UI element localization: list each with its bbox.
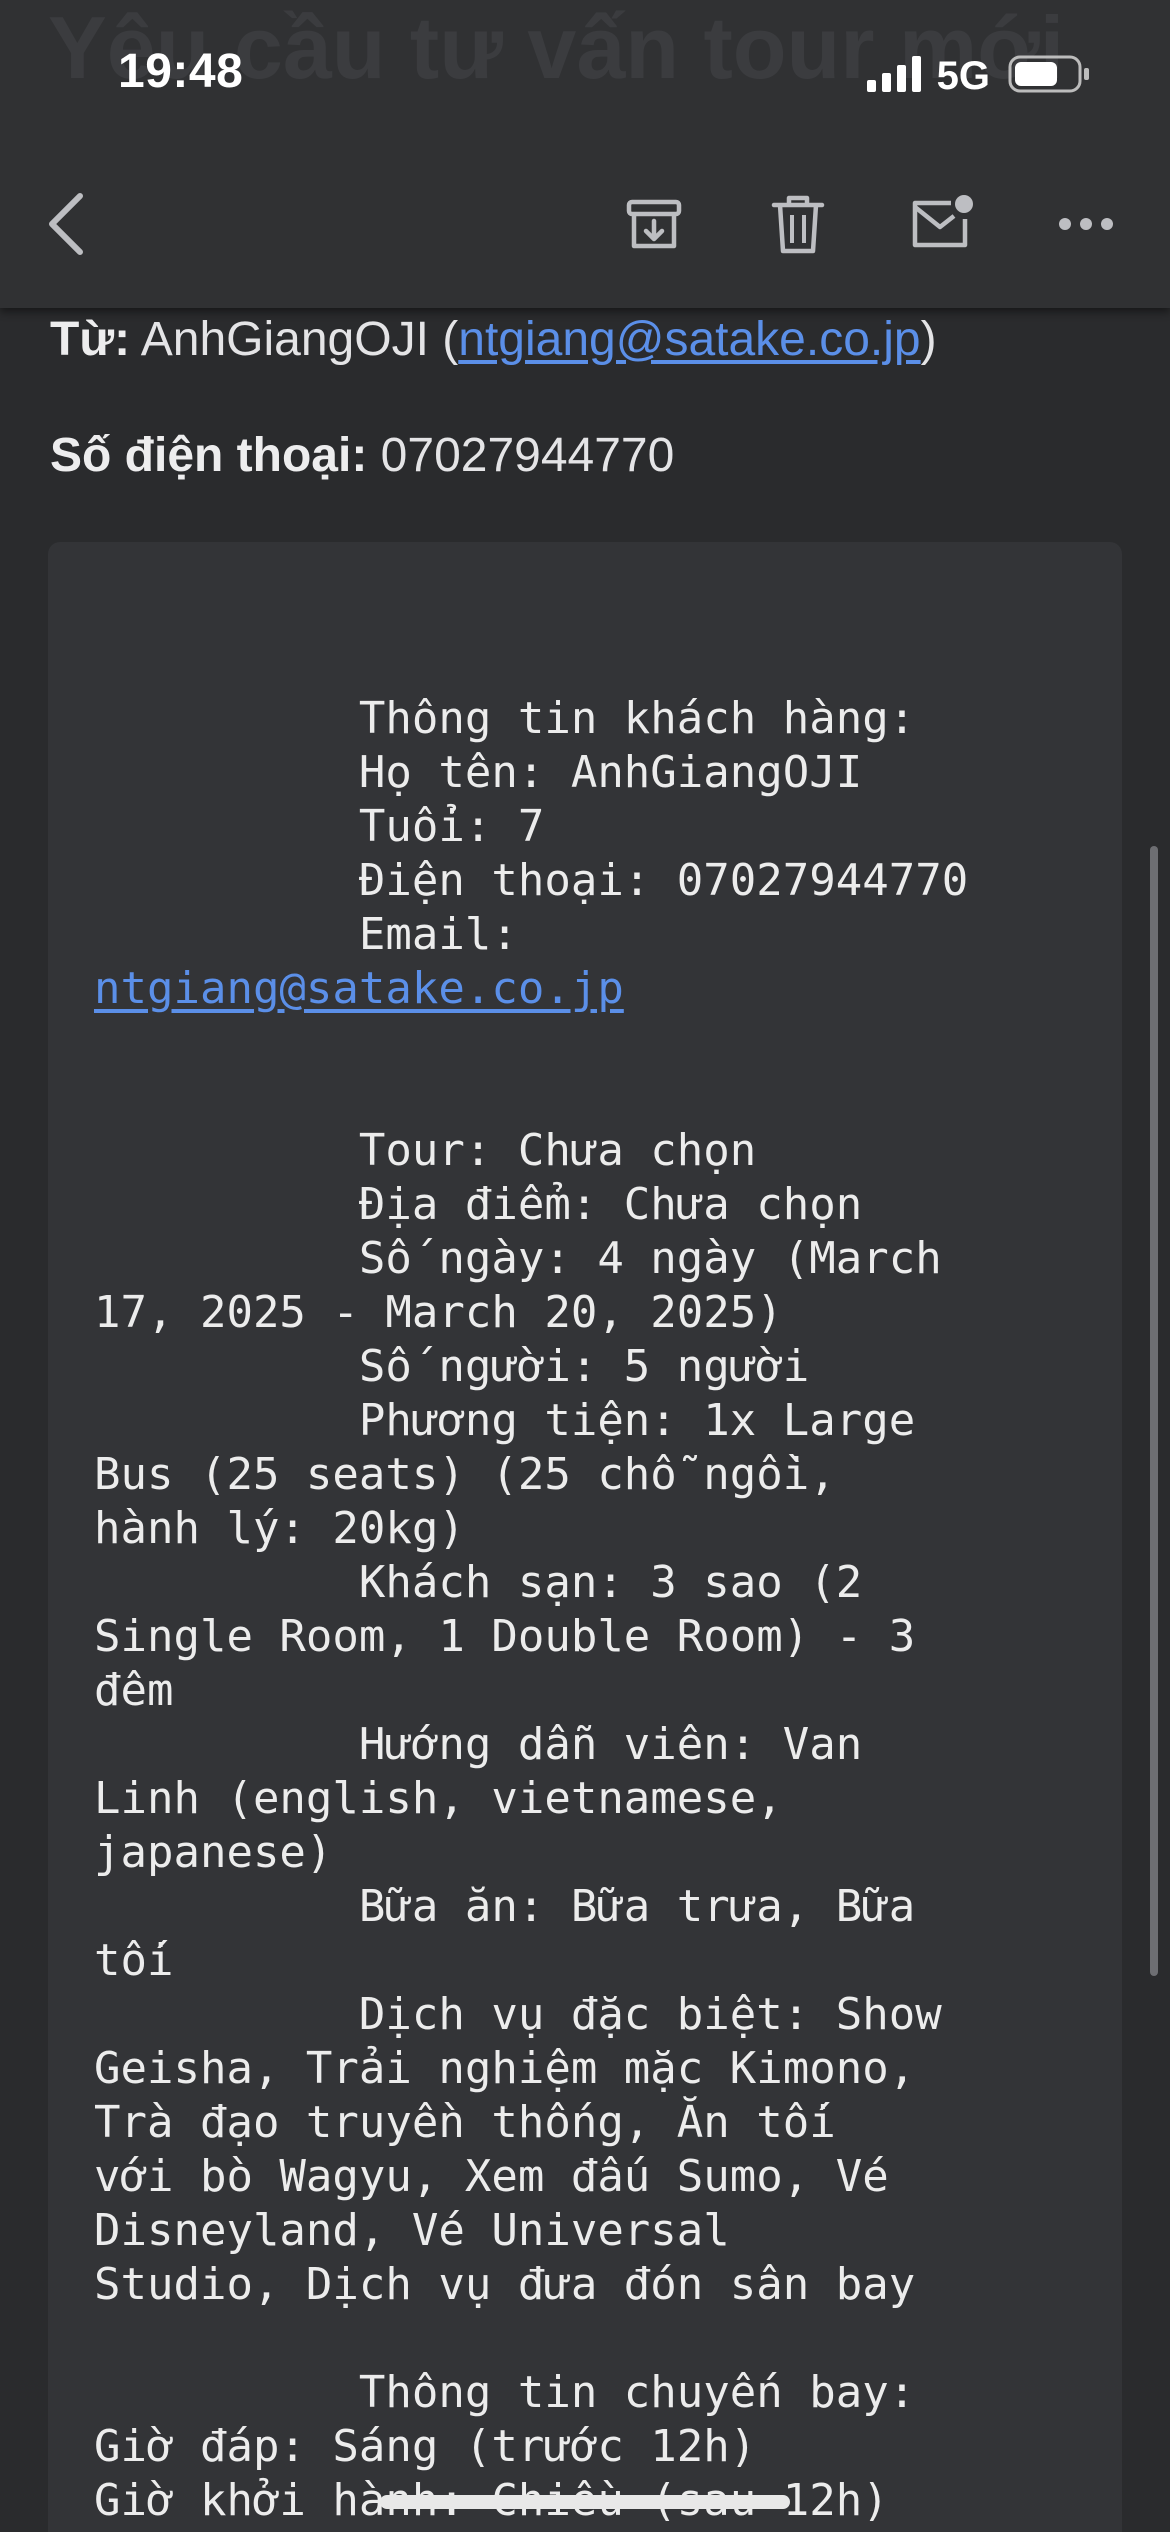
phone-label: Số điện thoại: xyxy=(50,429,368,482)
body-line: hành lý: 20kg) xyxy=(94,1503,465,1554)
back-button[interactable] xyxy=(30,190,102,262)
mark-unread-button[interactable] xyxy=(906,190,978,262)
toolbar xyxy=(0,180,1170,270)
body-line: Thông tin chuyến bay: xyxy=(94,2367,916,2418)
body-line: với bò Wagyu, Xem đấu Sumo, Vé xyxy=(94,2151,889,2202)
delete-button[interactable] xyxy=(762,190,834,262)
body-line: Studio, Dịch vụ đưa đón sân bay xyxy=(94,2259,916,2310)
trash-icon xyxy=(770,193,826,260)
body-line: Disneyland, Vé Universal xyxy=(94,2205,730,2256)
status-indicators: 5G xyxy=(866,52,1092,100)
open-paren: ( xyxy=(428,313,459,366)
network-type: 5G xyxy=(936,53,990,98)
more-button[interactable] xyxy=(1050,190,1122,262)
sender-email-link[interactable]: ntgiang@satake.co.jp xyxy=(458,313,920,366)
body-line: tối xyxy=(94,1935,174,1986)
body-line: Phương tiện: 1x Large xyxy=(94,1395,916,1446)
from-label: Từ: xyxy=(50,313,131,366)
body-line: Họ tên: AnhGiangOJI xyxy=(94,747,863,798)
sender-line: Từ: AnhGiangOJI (ntgiang@satake.co.jp) xyxy=(50,312,937,367)
archive-button[interactable] xyxy=(618,190,690,262)
body-email-link-line: ntgiang@satake.co.jp xyxy=(94,962,1114,1016)
email-detail-screen: Yêu cầu tư vấn tour mới 19:48 5G Từ: Anh… xyxy=(0,0,1170,2532)
body-line: Hướng dẫn viên: Van xyxy=(94,1719,863,1770)
body-line: Khách sạn: 3 sao (2 xyxy=(94,1557,863,1608)
home-indicator[interactable] xyxy=(380,2495,790,2509)
body-line: 17, 2025 - March 20, 2025) xyxy=(94,1287,783,1338)
status-time: 19:48 xyxy=(118,45,244,98)
body-line: Thông tin khách hàng: xyxy=(94,693,916,744)
battery-icon xyxy=(1008,54,1092,99)
phone-line: Số điện thoại: 07027944770 xyxy=(50,428,674,483)
mail-unread-icon xyxy=(909,193,975,260)
body-line: Bữa ăn: Bữa trưa, Bữa xyxy=(94,1881,916,1932)
body-line: Single Room, 1 Double Room) - 3 xyxy=(94,1611,916,1662)
body-line: Địa điểm: Chưa chọn xyxy=(94,1179,863,1230)
close-paren: ) xyxy=(920,313,937,366)
body-line: japanese) xyxy=(94,1827,333,1878)
chevron-left-icon xyxy=(44,192,88,261)
body-line: Email: xyxy=(94,909,518,960)
body-line: Giờ đáp: Sáng (trước 12h) xyxy=(94,2421,757,2472)
archive-icon xyxy=(624,194,684,259)
more-horizontal-icon xyxy=(1058,217,1114,236)
body-line: đêm xyxy=(94,1665,174,1716)
body-line: Tuổi: 7 xyxy=(94,801,545,852)
navigation-header: Yêu cầu tư vấn tour mới 19:48 5G xyxy=(0,0,1170,308)
body-line: Dịch vụ đặc biệt: Show xyxy=(94,1989,942,2040)
body-line: Số người: 5 người xyxy=(94,1341,810,1392)
body-line: Trà đạo truyền thống, Ăn tối xyxy=(94,2097,836,2148)
body-line: Tour: Chưa chọn xyxy=(94,1125,757,1176)
signal-icon xyxy=(866,55,923,97)
body-line: Điện thoại: 07027944770 xyxy=(94,855,969,906)
body-line: Linh (english, vietnamese, xyxy=(94,1773,783,1824)
sender-name: AnhGiangOJI xyxy=(140,313,429,366)
phone-value[interactable]: 07027944770 xyxy=(381,429,675,482)
body-line: Số ngày: 4 ngày (March xyxy=(94,1233,942,1284)
body-email-link[interactable]: ntgiang@satake.co.jp xyxy=(94,963,624,1014)
body-line: Geisha, Trải nghiệm mặc Kimono, xyxy=(94,2043,916,2094)
body-line: Bus (25 seats) (25 chỗ ngồi, xyxy=(94,1449,836,1500)
scrollbar[interactable] xyxy=(1150,846,1158,1976)
